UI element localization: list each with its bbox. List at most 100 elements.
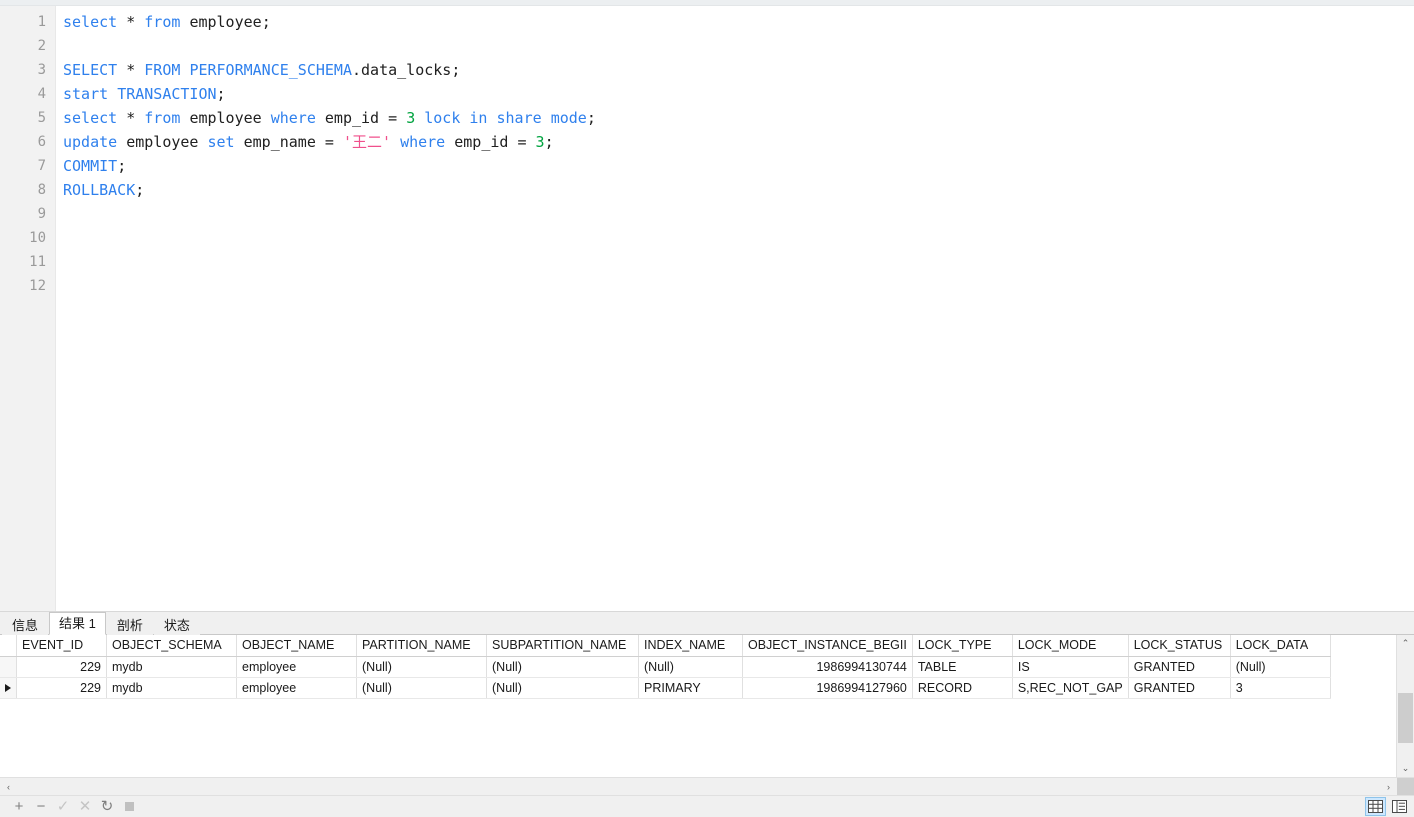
results-bottom-toolbar: + − ✓ ✕ ↻ (0, 795, 1414, 817)
column-header[interactable]: INDEX_NAME (638, 635, 743, 657)
line-number: 1 (37, 14, 46, 30)
form-view-icon (1392, 800, 1407, 813)
code-line[interactable]: COMMIT; (63, 154, 1414, 178)
results-tab[interactable]: 信息 (2, 615, 49, 635)
table-cell[interactable]: GRANTED (1128, 677, 1231, 699)
column-header[interactable]: SUBPARTITION_NAME (486, 635, 639, 657)
scroll-left-icon[interactable]: ‹ (0, 778, 17, 795)
line-number: 5 (37, 110, 46, 126)
results-vertical-scrollbar[interactable]: ⌃ ⌄ (1396, 635, 1414, 777)
column-header[interactable]: LOCK_DATA (1230, 635, 1331, 657)
column-header[interactable]: OBJECT_NAME (236, 635, 357, 657)
horizontal-scroll-track[interactable] (17, 778, 1380, 795)
table-cell[interactable]: 229 (16, 677, 107, 699)
code-line[interactable]: start TRANSACTION; (63, 82, 1414, 106)
column-header[interactable]: OBJECT_SCHEMA (106, 635, 237, 657)
column-header[interactable]: OBJECT_INSTANCE_BEGII (742, 635, 913, 657)
stop-icon (124, 802, 134, 811)
table-cell[interactable]: employee (236, 656, 357, 678)
line-number: 4 (37, 86, 46, 102)
row-selector-header (0, 635, 17, 657)
results-pane: 信息 结果 1 剖析 状态 EVENT_ID OBJECT_SCHEMA OBJECT_N… (0, 611, 1414, 817)
table-cell[interactable]: TABLE (912, 656, 1013, 678)
form-view-button[interactable] (1389, 797, 1410, 816)
table-cell[interactable]: (Null) (486, 656, 639, 678)
table-row[interactable]: 229 mydb employee (Null) (Null) PRIMARY 198699… (0, 677, 1331, 699)
code-line[interactable] (63, 34, 1414, 58)
line-number: 7 (37, 158, 46, 174)
code-line[interactable] (63, 226, 1414, 250)
table-cell[interactable]: PRIMARY (638, 677, 743, 699)
add-row-button[interactable]: + (8, 798, 30, 816)
code-line[interactable]: ROLLBACK; (63, 178, 1414, 202)
table-cell[interactable]: employee (236, 677, 357, 699)
line-number: 9 (37, 206, 46, 222)
vertical-scroll-thumb[interactable] (1398, 693, 1413, 743)
table-row[interactable]: 229 mydb employee (Null) (Null) (Null) 1986994… (0, 656, 1331, 678)
code-line[interactable] (63, 250, 1414, 274)
code-line[interactable]: select * from employee; (63, 10, 1414, 34)
scrollbar-corner (1397, 778, 1414, 795)
row-selector-cell[interactable] (0, 677, 17, 699)
editor-gutter: 1 2 3 4 5 6 7 8 9 10 11 12 (0, 6, 56, 611)
table-cell[interactable]: GRANTED (1128, 656, 1231, 678)
vertical-scroll-track[interactable] (1397, 652, 1414, 760)
table-cell[interactable]: (Null) (1230, 656, 1331, 678)
table-cell[interactable]: 229 (16, 656, 107, 678)
table-cell[interactable]: mydb (106, 677, 237, 699)
table-cell[interactable]: (Null) (638, 656, 743, 678)
table-cell[interactable]: (Null) (356, 656, 487, 678)
sql-editor[interactable]: 1 2 3 4 5 6 7 8 9 10 11 12 select * from employee; … (0, 6, 1414, 611)
delete-row-button[interactable]: − (30, 798, 52, 816)
scroll-up-icon[interactable]: ⌃ (1397, 635, 1414, 652)
code-line[interactable]: SELECT * FROM PERFORMANCE_SCHEMA.data_lo… (63, 58, 1414, 82)
stop-button[interactable] (118, 798, 140, 816)
column-header[interactable]: PARTITION_NAME (356, 635, 487, 657)
table-cell[interactable]: 3 (1230, 677, 1331, 699)
scroll-down-icon[interactable]: ⌄ (1397, 760, 1414, 777)
line-number: 3 (37, 62, 46, 78)
view-mode-toggles (1365, 797, 1410, 816)
grid-view-button[interactable] (1365, 797, 1386, 816)
table-cell[interactable]: S,REC_NOT_GAP (1012, 677, 1129, 699)
code-line[interactable] (63, 274, 1414, 298)
results-grid-wrapper: EVENT_ID OBJECT_SCHEMA OBJECT_NAME PARTITIO… (0, 634, 1414, 777)
line-number: 6 (37, 134, 46, 150)
results-tab[interactable]: 状态 (153, 615, 200, 635)
editor-code-area[interactable]: select * from employee; SELECT * FROM PE… (56, 6, 1414, 611)
row-selector-cell[interactable] (0, 656, 17, 678)
grid-view-icon (1368, 800, 1383, 813)
discard-changes-button[interactable]: ✕ (74, 798, 96, 816)
column-header[interactable]: LOCK_MODE (1012, 635, 1129, 657)
line-number: 12 (29, 278, 46, 294)
results-horizontal-scrollbar[interactable]: ‹ › (0, 777, 1414, 795)
apply-changes-button[interactable]: ✓ (52, 798, 74, 816)
table-cell[interactable]: IS (1012, 656, 1129, 678)
column-header[interactable]: LOCK_TYPE (912, 635, 1013, 657)
code-line[interactable]: select * from employee where emp_id = 3 … (63, 106, 1414, 130)
line-number: 11 (29, 254, 46, 270)
results-table: EVENT_ID OBJECT_SCHEMA OBJECT_NAME PARTITIO… (0, 635, 1331, 699)
line-number: 2 (37, 38, 46, 54)
line-number: 10 (29, 230, 46, 246)
table-cell[interactable]: RECORD (912, 677, 1013, 699)
table-header-row: EVENT_ID OBJECT_SCHEMA OBJECT_NAME PARTITIO… (0, 635, 1331, 657)
current-row-marker-icon (5, 684, 11, 693)
column-header[interactable]: EVENT_ID (16, 635, 107, 657)
table-cell[interactable]: 1986994127960 (742, 677, 913, 699)
table-cell[interactable]: mydb (106, 656, 237, 678)
scroll-right-icon[interactable]: › (1380, 778, 1397, 795)
code-line[interactable]: update employee set emp_name = '王二' wher… (63, 130, 1414, 154)
results-tabbar: 信息 结果 1 剖析 状态 (0, 612, 1414, 635)
horizontal-scroll-thumb[interactable] (17, 779, 1340, 794)
column-header[interactable]: LOCK_STATUS (1128, 635, 1231, 657)
refresh-button[interactable]: ↻ (96, 798, 118, 816)
results-grid-scroll[interactable]: EVENT_ID OBJECT_SCHEMA OBJECT_NAME PARTITIO… (0, 635, 1396, 777)
table-cell[interactable]: (Null) (486, 677, 639, 699)
table-cell[interactable]: 1986994130744 (742, 656, 913, 678)
table-cell[interactable]: (Null) (356, 677, 487, 699)
line-number: 8 (37, 182, 46, 198)
results-tab[interactable]: 剖析 (106, 615, 153, 635)
code-line[interactable] (63, 202, 1414, 226)
results-tab[interactable]: 结果 1 (49, 612, 106, 635)
